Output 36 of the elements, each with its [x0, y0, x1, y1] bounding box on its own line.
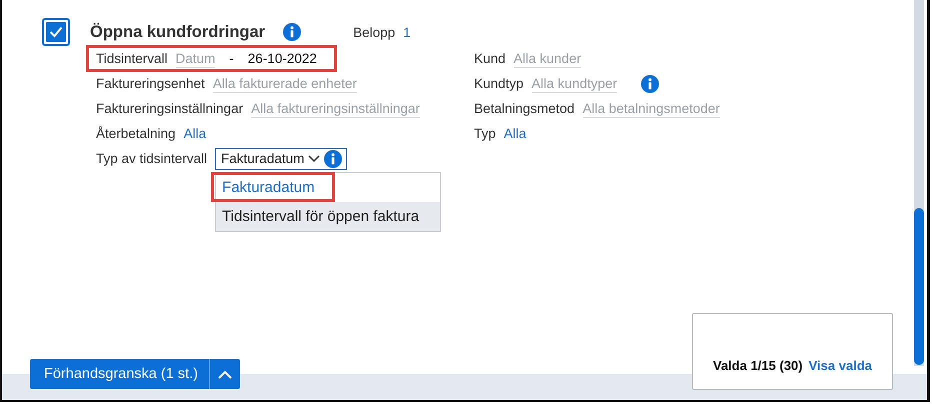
dropdown-option[interactable]: Tidsintervall för öppen faktura [216, 202, 440, 230]
info-icon[interactable] [641, 74, 660, 92]
date-separator: - [229, 51, 234, 66]
checkmark-icon [49, 26, 63, 38]
amount-label: Belopp [353, 24, 396, 40]
filter-label: Typ [474, 126, 496, 141]
report-checkbox[interactable] [42, 18, 70, 46]
filter-value-link[interactable]: Alla kundtyper [532, 74, 618, 92]
filter-label: Typ av tidsintervall [96, 151, 208, 166]
expand-button[interactable] [209, 359, 240, 389]
chevron-down-icon [308, 154, 320, 162]
info-icon[interactable] [324, 150, 342, 168]
date-to-value[interactable]: 26-10-2022 [248, 51, 317, 66]
filter-value-link[interactable]: Alla faktureringsinställningar [251, 100, 420, 118]
preview-button[interactable]: Förhandsgranska (1 st.) [30, 359, 212, 389]
filter-label: Betalningsmetod [474, 101, 575, 116]
filter-label: Kundtyp [474, 76, 524, 91]
interval-type-select[interactable]: Fakturadatum [215, 148, 348, 170]
filter-label: Faktureringsenhet [96, 76, 205, 91]
chevron-up-icon [218, 370, 232, 378]
filter-label: Faktureringsinställningar [96, 101, 244, 116]
filter-value-link[interactable]: Alla betalningsmetoder [582, 100, 720, 118]
amount-value-link[interactable]: 1 [403, 24, 411, 40]
date-from-field[interactable]: Datum [176, 50, 216, 68]
filter-label: Kund [474, 51, 506, 66]
filter-value-link[interactable]: Alla [504, 126, 526, 141]
report-title: Öppna kundfordringar [90, 22, 266, 42]
selection-count: Valda 1/15 (30) [713, 358, 803, 373]
filter-label: Tidsintervall [96, 51, 168, 66]
info-icon[interactable] [283, 23, 302, 41]
filter-value-link[interactable]: Alla [184, 126, 206, 141]
filter-value-link[interactable]: Alla fakturerade enheter [212, 74, 357, 92]
scrollbar-thumb[interactable] [914, 208, 924, 365]
show-selected-link[interactable]: Visa valda [808, 358, 872, 373]
filter-value-link[interactable]: Alla kunder [514, 50, 582, 68]
filter-label: Återbetalning [96, 126, 176, 141]
